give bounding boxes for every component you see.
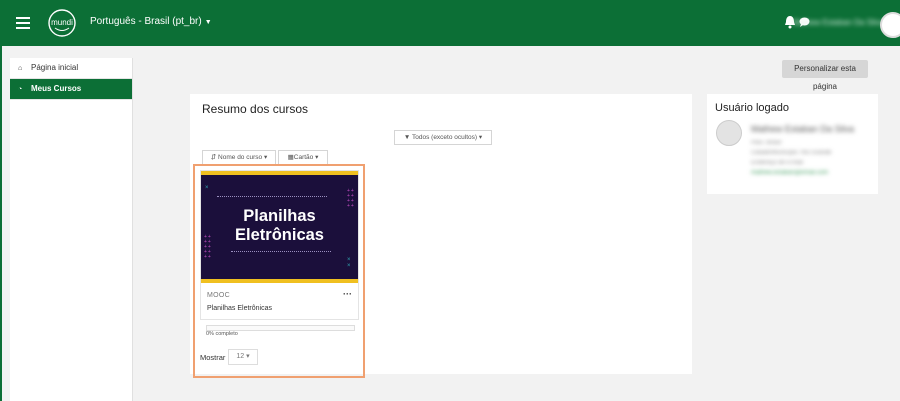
sidebar-item-my-courses[interactable]: ◔ Meus Cursos <box>10 79 132 100</box>
chevron-down-icon: ▾ <box>263 154 268 161</box>
logged-user-title: Usuário logado <box>715 102 789 114</box>
user-detail-line: Endereço de e-mail <box>751 160 804 166</box>
course-filter-dropdown[interactable]: ▼ Todos (exceto ocultos) ▾ <box>394 130 492 145</box>
sidebar: ⌂ Página inicial ◔ Meus Cursos <box>10 58 133 401</box>
language-selector[interactable]: Português - Brasil (pt_br) ▼ <box>90 16 212 27</box>
mundi-logo[interactable]: mundi <box>46 8 78 38</box>
chevron-down-icon: ▾ <box>478 134 483 141</box>
left-accent-strip <box>0 46 2 401</box>
user-detail-line: País: Brasil <box>751 140 782 146</box>
block-title: Resumo dos cursos <box>202 102 309 116</box>
filter-label: Todos (exceto ocultos) <box>412 134 478 141</box>
user-email-line: mathew.estaban@email.com <box>751 170 829 176</box>
top-navbar: mundi Português - Brasil (pt_br) ▼ Mathew… <box>0 0 900 46</box>
menu-toggle-button[interactable] <box>16 14 30 30</box>
sort-label: Nome do curso <box>218 154 263 161</box>
logged-user-block: Usuário logado Mathew Estaban Da Silva P… <box>707 94 878 194</box>
view-label: Cartão <box>293 154 314 161</box>
view-mode-dropdown[interactable]: ▦Cartão ▾ <box>278 150 328 165</box>
chevron-down-icon: ▾ <box>315 154 319 161</box>
logo-text: mundi <box>51 18 73 27</box>
home-icon: ⌂ <box>18 65 23 72</box>
user-detail-line: Cidade/Município: Rio Grande <box>751 150 832 156</box>
sidebar-item-home[interactable]: ⌂ Página inicial <box>10 58 132 79</box>
sort-dropdown[interactable]: ⇵ Nome do curso ▾ <box>202 150 276 165</box>
sidebar-item-label: Meus Cursos <box>31 84 82 93</box>
chevron-down-icon: ▼ <box>204 19 212 26</box>
language-label: Português - Brasil (pt_br) <box>90 16 202 27</box>
user-avatar[interactable] <box>880 12 900 38</box>
sidebar-item-label: Página inicial <box>31 63 79 72</box>
dashboard-icon: ◔ <box>18 86 23 93</box>
user-menu-name[interactable]: Mathew Estaban Da Silva <box>792 18 884 27</box>
filter-icon: ▼ <box>403 134 411 141</box>
highlight-frame <box>193 164 365 378</box>
customize-page-button[interactable]: Personalizar esta página <box>782 60 868 91</box>
sort-icon: ⇵ <box>210 154 217 161</box>
logged-user-name[interactable]: Mathew Estaban Da Silva <box>751 124 854 134</box>
logged-user-avatar <box>716 120 742 146</box>
